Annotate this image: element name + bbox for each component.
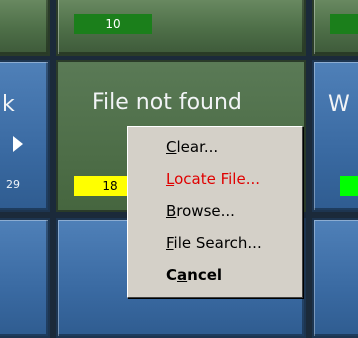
tile-number: 29: [6, 178, 20, 191]
tile-title: File not found: [92, 90, 242, 115]
menu-mnemonic: F: [166, 234, 174, 252]
tile-partial-title-right: W: [328, 92, 350, 117]
menu-label: ncel: [187, 266, 223, 284]
tile-middle-left[interactable]: k 29: [0, 60, 50, 212]
tile-top-right[interactable]: [312, 0, 358, 56]
tile-badge: 10: [74, 14, 152, 34]
menu-item-locate-file[interactable]: Locate File...: [128, 163, 302, 195]
menu-mnemonic: C: [166, 138, 177, 156]
play-arrow-icon[interactable]: [13, 136, 23, 152]
tile-badge-right: [330, 14, 358, 34]
menu-label-prefix: C: [166, 266, 178, 284]
tile-bottom-right[interactable]: [312, 218, 358, 338]
tile-partial-title: k: [2, 92, 15, 117]
menu-item-cancel[interactable]: Cancel: [128, 259, 302, 291]
menu-label: lear...: [176, 138, 219, 156]
tile-bottom-left[interactable]: [0, 218, 50, 338]
menu-mnemonic: a: [177, 266, 188, 284]
menu-label: rowse...: [176, 202, 235, 220]
context-menu: Clear... Locate File... Browse... File S…: [127, 126, 303, 298]
menu-item-file-search[interactable]: File Search...: [128, 227, 302, 259]
menu-label: ocate File...: [174, 170, 260, 188]
menu-item-browse[interactable]: Browse...: [128, 195, 302, 227]
menu-mnemonic: B: [166, 202, 177, 220]
menu-label: ile Search...: [173, 234, 262, 252]
tile-middle-right[interactable]: W: [312, 60, 358, 212]
tile-top-left[interactable]: [0, 0, 50, 56]
tile-top-center[interactable]: 10: [56, 0, 306, 56]
menu-item-clear[interactable]: Clear...: [128, 131, 302, 163]
tile-badge-bright-green: [340, 176, 358, 196]
menu-mnemonic: L: [166, 170, 175, 188]
